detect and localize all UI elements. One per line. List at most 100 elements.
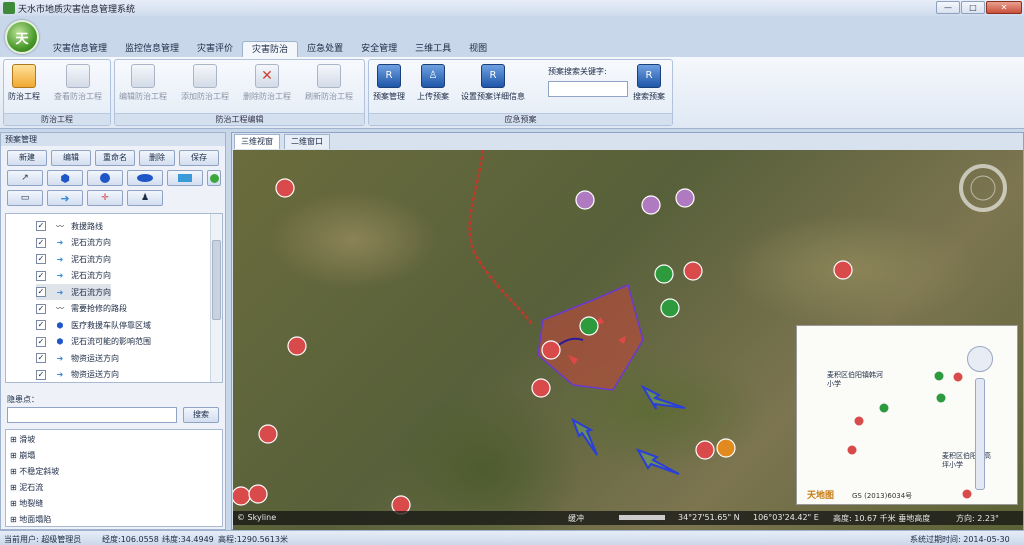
tree-checkbox[interactable]: ✓ [36,237,46,248]
add-prevention-button[interactable]: 添加防治工程 [181,64,229,102]
tab-monitor-info[interactable]: 监控信息管理 [116,41,188,57]
tab-3d-view[interactable]: 三维视窗 [234,134,280,149]
edit-prevention-button[interactable]: 编辑防治工程 [119,64,167,102]
category-item[interactable]: ⊞ 不稳定斜坡 [10,466,59,477]
hazard-point-marker[interactable] [248,484,268,504]
draw-person-button[interactable]: ♟ [127,190,163,206]
draw-rectangle-button[interactable] [167,170,203,186]
category-item[interactable]: ⊞ 崩塌 [10,450,35,461]
search-plan-button[interactable]: R 搜索预案 [633,64,665,102]
close-button[interactable]: ✕ [986,1,1022,14]
rename-button[interactable]: 重命名 [95,150,135,166]
tree-checkbox[interactable]: ✓ [36,369,46,380]
tree-item[interactable]: ✓ ⬢ 医疗救援车队停靠区域 [36,317,151,333]
hazard-point-marker[interactable] [716,438,736,458]
category-item[interactable]: ⊞ 滑坡 [10,434,35,445]
minimize-button[interactable]: — [936,1,960,14]
edit-button[interactable]: 编辑 [51,150,91,166]
hazard-point-marker[interactable] [275,178,295,198]
tab-disaster-prevention[interactable]: 灾害防治 [242,41,299,57]
tree-checkbox[interactable]: ✓ [36,254,46,264]
view-prevention-project-button[interactable]: 查看防治工程 [54,64,102,102]
hazard-point-marker[interactable] [675,188,695,208]
tab-disaster-info[interactable]: 灾害信息管理 [44,41,116,57]
tab-disaster-eval[interactable]: 灾害评价 [188,41,242,57]
minimap-marker[interactable] [936,393,946,403]
draw-line-button[interactable]: ↗ [7,170,43,186]
hazard-point-marker[interactable] [531,378,551,398]
hazard-point-marker[interactable] [683,261,703,281]
hazard-point-marker[interactable] [833,260,853,280]
minimap-marker[interactable] [854,416,864,426]
tab-3d-tools[interactable]: 三维工具 [406,41,460,57]
delete-prevention-button[interactable]: ✕ 删除防治工程 [243,64,291,102]
tree-checkbox[interactable]: ✓ [36,320,46,330]
tree-item[interactable]: ✓ ⬢ 泥石流可能的影响范围 [36,334,151,350]
plan-search-input[interactable] [548,81,628,97]
tree-checkbox[interactable]: ✓ [36,287,46,297]
prevention-project-button[interactable]: 防治工程 [8,64,40,102]
green-marker-button[interactable] [207,170,221,186]
plan-detail-button[interactable]: R 设置预案详细信息 [461,64,525,102]
refresh-prevention-button[interactable]: 刷新防治工程 [305,64,353,102]
tab-view[interactable]: 视图 [460,41,496,57]
hazard-point-marker[interactable] [654,264,674,284]
hazard-point-marker[interactable] [641,195,661,215]
tree-item[interactable]: ✓ ➜ 物资运送方向 [36,350,119,366]
app-logo[interactable]: 天 [5,20,39,54]
minimap-marker[interactable] [962,489,972,499]
hazard-point-marker[interactable] [660,298,680,318]
save-button[interactable]: 保存 [179,150,219,166]
hazard-search-button[interactable]: 搜索 [183,407,219,423]
tab-2d-view[interactable]: 二维窗口 [284,134,330,149]
tree-item[interactable]: ✓ ➜ 泥石流方向 [36,284,111,300]
tree-checkbox[interactable]: ✓ [36,270,46,281]
delete-button[interactable]: 删除 [139,150,175,166]
hazard-point-marker[interactable] [287,336,307,356]
tab-emergency[interactable]: 应急处置 [298,41,352,57]
hazard-search-input[interactable] [7,407,177,423]
minimap-marker[interactable] [847,445,857,455]
tree-item[interactable]: ✓ 〰救援路线 [36,218,103,234]
table-icon [66,64,90,88]
tree-checkbox[interactable]: ✓ [36,303,46,314]
tree-checkbox[interactable]: ✓ [36,221,46,231]
tab-safety[interactable]: 安全管理 [352,41,406,57]
tree-checkbox[interactable]: ✓ [36,353,46,363]
hazard-point-marker[interactable] [695,440,715,460]
draw-polygon-button[interactable]: ⬢ [47,170,83,186]
category-item[interactable]: ⊞ 泥石流 [10,482,43,493]
2d-minimap[interactable]: 麦积区伯阳镇韩河小学 麦积区伯阳镇高坪小学 天地图 GS (2013)6034号 [796,325,1018,505]
minimap-marker[interactable] [934,371,944,381]
tree-item[interactable]: ✓ ➜ 泥石流方向 [36,268,111,284]
new-button[interactable]: 新建 [7,150,47,166]
draw-circle-button[interactable] [87,170,123,186]
3d-map-view[interactable]: 麦积区伯阳镇韩河小学 麦积区伯阳镇高坪小学 天地图 GS (2013)6034号… [233,150,1023,530]
tree-scrollbar[interactable] [210,214,222,382]
tree-item[interactable]: ✓ ➜ 泥石流方向 [36,251,111,267]
hazard-point-marker[interactable] [575,190,595,210]
hazard-point-marker[interactable] [579,316,599,336]
minimap-marker[interactable] [879,403,889,413]
draw-arrow-button[interactable]: ➜ [47,190,83,206]
tree-item[interactable]: ✓ 〰需要抢修的路段 [36,301,127,317]
hazard-point-marker[interactable] [258,424,278,444]
plan-manage-button[interactable]: R 预案管理 [373,64,405,102]
tree-item[interactable]: ✓ ➜ 物资运送方向 [36,367,119,383]
category-item[interactable]: ⊞ 地裂缝 [10,498,43,509]
compass[interactable] [959,164,1007,212]
category-item[interactable]: ⊞ 地面塌陷 [10,514,51,525]
upload-plan-button[interactable]: ♙ 上传预案 [417,64,449,102]
draw-marker-button[interactable]: ✛ [87,190,123,206]
scroll-thumb[interactable] [212,240,221,320]
draw-label-button[interactable]: ▭ [7,190,43,206]
hazard-point-marker[interactable] [233,486,251,506]
tree-item-label: 需要抢修的路段 [71,304,127,313]
tree-checkbox[interactable]: ✓ [36,336,46,347]
maximize-button[interactable]: □ [961,1,985,14]
hazard-point-marker[interactable] [541,340,561,360]
tree-item[interactable]: ✓ ➜ 泥石流方向 [36,235,111,251]
draw-ellipse-button[interactable] [127,170,163,186]
minimap-marker[interactable] [953,372,963,382]
impact-area-polygon[interactable] [537,283,644,391]
